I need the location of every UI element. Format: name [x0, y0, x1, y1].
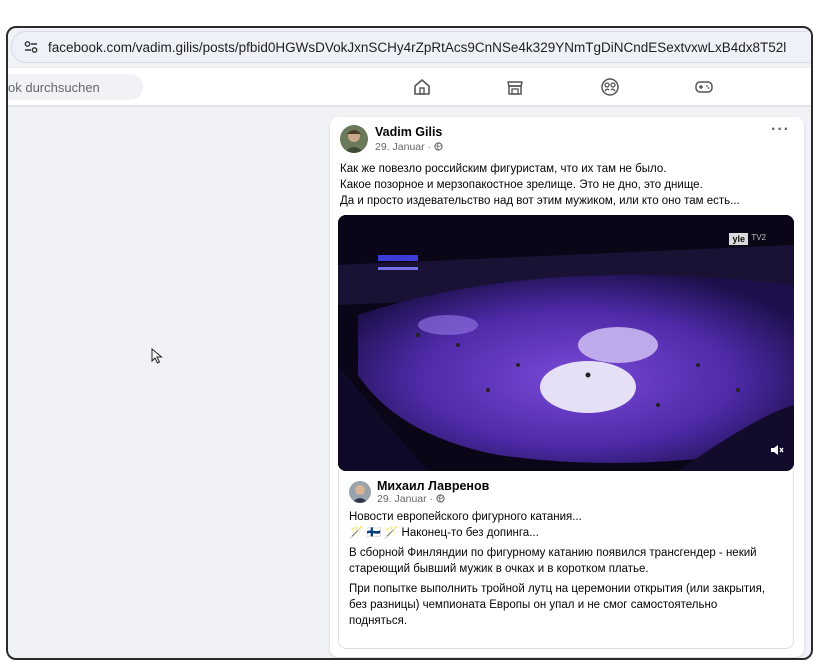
- site-settings-icon[interactable]: [20, 41, 42, 53]
- post-line-3: Да и просто издевательство над вот этим …: [340, 195, 740, 207]
- post-date[interactable]: 29. Januar ·: [375, 141, 443, 153]
- mouse-cursor-icon: [151, 347, 163, 369]
- shared-para2-line-3: подняться.: [349, 615, 408, 627]
- globe-icon: [434, 141, 443, 153]
- search-input[interactable]: ok durchsuchen: [8, 74, 143, 100]
- post-date-text[interactable]: 29. Januar ·: [375, 141, 434, 153]
- groups-icon[interactable]: [600, 77, 620, 97]
- shared-post[interactable]: Михаил Лавренов 29. Januar · Новости евр…: [338, 471, 794, 649]
- gaming-icon[interactable]: [694, 77, 714, 97]
- shared-line-2: 🪄 🇫🇮 🪄 Наконец-то без допинга...: [349, 527, 539, 539]
- browser-window: facebook.com/vadim.gilis/posts/pfbid0HGW…: [6, 26, 813, 660]
- shared-para1-line-1: В сборной Финляндии по фигурному катанию…: [349, 547, 757, 559]
- tv2-logo: TV2: [751, 233, 766, 242]
- home-icon[interactable]: [412, 77, 432, 97]
- shared-line-1: Новости европейского фигурного катания..…: [349, 511, 582, 523]
- more-options-button[interactable]: ···: [771, 121, 790, 139]
- shared-para1-line-2: стареющий бывший мужик в очках и в корот…: [349, 563, 649, 575]
- address-bar[interactable]: facebook.com/vadim.gilis/posts/pfbid0HGW…: [11, 31, 811, 63]
- shared-author-avatar[interactable]: [349, 481, 371, 503]
- shared-author-name[interactable]: Михаил Лавренов: [377, 479, 489, 493]
- mute-icon[interactable]: [770, 443, 784, 461]
- shared-date-text[interactable]: 29. Januar ·: [377, 493, 436, 505]
- author-avatar[interactable]: [340, 125, 368, 153]
- yle-logo: yle: [729, 233, 748, 245]
- shared-date[interactable]: 29. Januar ·: [377, 493, 445, 505]
- video-frame-image: [338, 215, 794, 471]
- shared-para2-line-1: При попытке выполнить тройной лутц на це…: [349, 583, 766, 595]
- marketplace-icon[interactable]: [505, 77, 525, 97]
- post-line-2: Какое позорное и мерзопакостное зрелище.…: [340, 179, 703, 191]
- shared-para2-line-2: без разницы) чемпионата Европы он упал и…: [349, 599, 718, 611]
- url-text[interactable]: facebook.com/vadim.gilis/posts/pfbid0HGW…: [48, 40, 786, 55]
- facebook-header: ok durchsuchen: [8, 68, 811, 105]
- post-card: Vadim Gilis 29. Januar · ··· Как же пове…: [330, 117, 804, 657]
- post-line-1: Как же повезло российским фигуристам, чт…: [340, 163, 667, 175]
- video-player[interactable]: yle TV2: [338, 215, 794, 471]
- globe-icon: [436, 493, 445, 505]
- post-author-name[interactable]: Vadim Gilis: [375, 125, 442, 139]
